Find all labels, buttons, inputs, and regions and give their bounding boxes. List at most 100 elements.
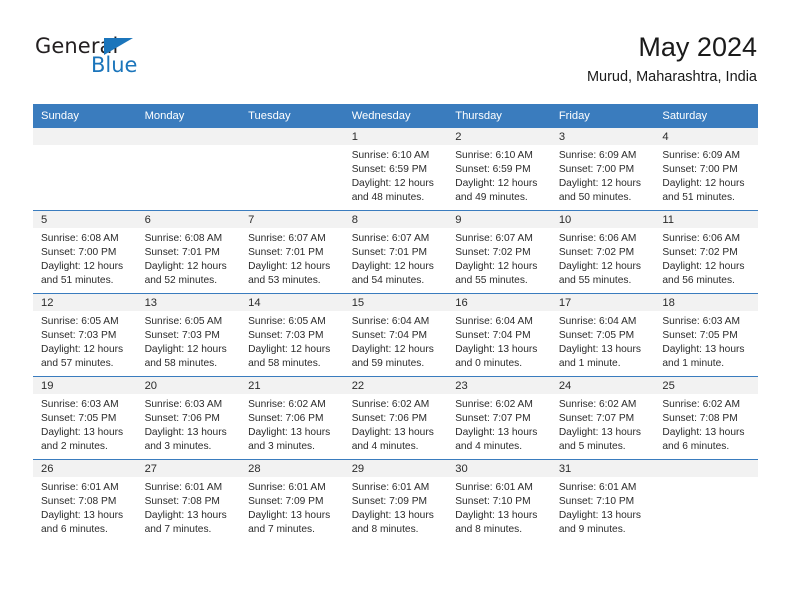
calendar-cell: 16 Sunrise: 6:04 AM Sunset: 7:04 PM Dayligh… <box>447 293 551 377</box>
daylight-duration-line2: and 9 minutes. <box>558 524 626 536</box>
daylight-duration-line2: and 4 minutes. <box>351 441 419 453</box>
day-cell[interactable]: 29 Sunrise: 6:01 AM Sunset: 7:09 PM Dayligh… <box>343 460 448 542</box>
calendar-cell: 30 Sunrise: 6:01 AM Sunset: 7:10 PM Dayligh… <box>447 459 551 542</box>
day-cell[interactable]: 25 Sunrise: 6:02 AM Sunset: 7:08 PM Dayligh… <box>654 377 758 459</box>
sunset-time: Sunset: 7:07 PM <box>558 413 635 425</box>
daylight-duration-line1: Daylight: 13 hours <box>455 344 538 356</box>
day-cell[interactable]: 19 Sunrise: 6:03 AM Sunset: 7:05 PM Dayligh… <box>33 377 137 459</box>
day-cell[interactable]: 26 Sunrise: 6:01 AM Sunset: 7:08 PM Dayligh… <box>33 460 137 542</box>
day-number: 26 <box>33 460 137 477</box>
sunrise-time: Sunrise: 6:02 AM <box>455 399 533 410</box>
day-cell[interactable]: 31 Sunrise: 6:01 AM Sunset: 7:10 PM Dayligh… <box>550 460 655 542</box>
day-cell[interactable]: 4 Sunrise: 6:09 AM Sunset: 7:00 PM Daylight… <box>654 128 758 210</box>
sunset-time: Sunset: 7:03 PM <box>144 330 220 342</box>
day-details: Sunrise: 6:01 AM Sunset: 7:09 PM Daylight:… <box>240 477 344 537</box>
weekday-header-sunday: Sunday <box>33 104 137 128</box>
weekday-header-thursday: Thursday <box>447 104 551 128</box>
daylight-duration-line1: Daylight: 13 hours <box>455 510 538 522</box>
day-cell[interactable]: 16 Sunrise: 6:04 AM Sunset: 7:04 PM Dayligh… <box>447 294 551 376</box>
sunrise-time: Sunrise: 6:01 AM <box>41 482 119 493</box>
sunrise-time: Sunrise: 6:08 AM <box>41 233 119 244</box>
day-number: 3 <box>550 128 655 145</box>
day-cell[interactable]: 24 Sunrise: 6:02 AM Sunset: 7:07 PM Dayligh… <box>550 377 655 459</box>
day-details: Sunrise: 6:09 AM Sunset: 7:00 PM Daylight:… <box>654 145 758 205</box>
calendar-week-row: 5 Sunrise: 6:08 AM Sunset: 7:00 PM Daylight… <box>33 210 758 294</box>
day-number: 19 <box>33 377 137 394</box>
daylight-duration-line1: Daylight: 13 hours <box>248 510 331 522</box>
day-details: Sunrise: 6:01 AM Sunset: 7:10 PM Daylight:… <box>447 477 551 537</box>
day-cell[interactable]: 7 Sunrise: 6:07 AM Sunset: 7:01 PM Daylight… <box>240 211 344 293</box>
daylight-duration-line2: and 56 minutes. <box>662 275 735 287</box>
day-cell[interactable]: 12 Sunrise: 6:05 AM Sunset: 7:03 PM Dayligh… <box>33 294 137 376</box>
calendar-cell: 12 Sunrise: 6:05 AM Sunset: 7:03 PM Dayligh… <box>33 293 137 377</box>
sunrise-time: Sunrise: 6:03 AM <box>41 399 119 410</box>
daylight-duration-line2: and 58 minutes. <box>144 358 218 370</box>
calendar-cell: 31 Sunrise: 6:01 AM Sunset: 7:10 PM Dayligh… <box>550 459 655 542</box>
day-number: 2 <box>447 128 551 145</box>
day-details: Sunrise: 6:04 AM Sunset: 7:05 PM Daylight:… <box>551 311 655 371</box>
daylight-duration-line2: and 58 minutes. <box>248 358 321 370</box>
day-number: 15 <box>343 294 448 311</box>
day-cell[interactable]: 27 Sunrise: 6:01 AM Sunset: 7:08 PM Dayligh… <box>136 460 241 542</box>
calendar-header-row: Sunday Monday Tuesday Wednesday Thursday Frid… <box>33 104 758 128</box>
sunset-time: Sunset: 7:05 PM <box>558 330 635 342</box>
sunrise-time: Sunrise: 6:06 AM <box>662 233 740 244</box>
day-details: Sunrise: 6:04 AM Sunset: 7:04 PM Daylight:… <box>344 311 448 371</box>
day-cell[interactable]: 22 Sunrise: 6:02 AM Sunset: 7:06 PM Dayligh… <box>343 377 448 459</box>
day-cell[interactable]: 13 Sunrise: 6:05 AM Sunset: 7:03 PM Dayligh… <box>136 294 241 376</box>
day-cell[interactable]: 30 Sunrise: 6:01 AM Sunset: 7:10 PM Dayligh… <box>447 460 551 542</box>
daylight-duration-line1: Daylight: 12 hours <box>662 261 745 273</box>
day-number: 8 <box>343 211 448 228</box>
day-cell[interactable]: 21 Sunrise: 6:02 AM Sunset: 7:06 PM Dayligh… <box>240 377 344 459</box>
sunset-time: Sunset: 7:03 PM <box>248 330 324 342</box>
daylight-duration-line2: and 8 minutes. <box>351 524 419 536</box>
sunrise-time: Sunrise: 6:07 AM <box>351 233 430 244</box>
day-details: Sunrise: 6:03 AM Sunset: 7:06 PM Daylight:… <box>137 394 241 454</box>
day-details: Sunrise: 6:02 AM Sunset: 7:06 PM Daylight:… <box>240 394 344 454</box>
day-cell[interactable]: 11 Sunrise: 6:06 AM Sunset: 7:02 PM Dayligh… <box>654 211 758 293</box>
day-cell[interactable]: 3 Sunrise: 6:09 AM Sunset: 7:00 PM Daylight… <box>550 128 655 210</box>
day-number: 14 <box>240 294 344 311</box>
sunset-time: Sunset: 6:59 PM <box>351 164 428 176</box>
day-cell[interactable]: 15 Sunrise: 6:04 AM Sunset: 7:04 PM Dayligh… <box>343 294 448 376</box>
calendar-cell: 22 Sunrise: 6:02 AM Sunset: 7:06 PM Dayligh… <box>343 376 448 460</box>
sunrise-time: Sunrise: 6:02 AM <box>351 399 430 410</box>
day-cell[interactable]: 20 Sunrise: 6:03 AM Sunset: 7:06 PM Dayligh… <box>136 377 241 459</box>
daylight-duration-line2: and 59 minutes. <box>351 358 425 370</box>
day-details: Sunrise: 6:07 AM Sunset: 7:01 PM Daylight:… <box>240 228 344 288</box>
day-cell[interactable]: 6 Sunrise: 6:08 AM Sunset: 7:01 PM Daylight… <box>136 211 241 293</box>
daylight-duration-line1: Daylight: 13 hours <box>144 510 227 522</box>
day-cell[interactable]: 17 Sunrise: 6:04 AM Sunset: 7:05 PM Dayligh… <box>550 294 655 376</box>
calendar-cell: 17 Sunrise: 6:04 AM Sunset: 7:05 PM Dayligh… <box>550 293 655 377</box>
day-cell[interactable]: 5 Sunrise: 6:08 AM Sunset: 7:00 PM Daylight… <box>33 211 137 293</box>
brand-logo[interactable]: General Blue <box>35 34 195 86</box>
day-cell[interactable]: 9 Sunrise: 6:07 AM Sunset: 7:02 PM Daylight… <box>447 211 551 293</box>
daylight-duration-line2: and 7 minutes. <box>144 524 212 536</box>
calendar-cell: 26 Sunrise: 6:01 AM Sunset: 7:08 PM Dayligh… <box>33 459 137 542</box>
day-details: Sunrise: 6:10 AM Sunset: 6:59 PM Daylight:… <box>344 145 448 205</box>
daylight-duration-line1: Daylight: 12 hours <box>41 261 124 273</box>
sunrise-time: Sunrise: 6:01 AM <box>558 482 637 493</box>
calendar-cell <box>33 128 137 211</box>
day-number <box>240 128 344 145</box>
daylight-duration-line1: Daylight: 13 hours <box>558 510 641 522</box>
daylight-duration-line2: and 3 minutes. <box>144 441 212 453</box>
day-cell[interactable]: 14 Sunrise: 6:05 AM Sunset: 7:03 PM Dayligh… <box>240 294 344 376</box>
daylight-duration-line1: Daylight: 12 hours <box>144 344 227 356</box>
day-number: 1 <box>343 128 448 145</box>
day-cell[interactable]: 10 Sunrise: 6:06 AM Sunset: 7:02 PM Dayligh… <box>550 211 655 293</box>
day-cell[interactable]: 28 Sunrise: 6:01 AM Sunset: 7:09 PM Dayligh… <box>240 460 344 542</box>
calendar-cell: 28 Sunrise: 6:01 AM Sunset: 7:09 PM Dayligh… <box>240 459 344 542</box>
day-cell[interactable]: 18 Sunrise: 6:03 AM Sunset: 7:05 PM Dayligh… <box>654 294 758 376</box>
day-cell[interactable]: 8 Sunrise: 6:07 AM Sunset: 7:01 PM Daylight… <box>343 211 448 293</box>
day-cell[interactable]: 23 Sunrise: 6:02 AM Sunset: 7:07 PM Dayligh… <box>447 377 551 459</box>
day-cell[interactable]: 2 Sunrise: 6:10 AM Sunset: 6:59 PM Daylight… <box>447 128 551 210</box>
day-cell[interactable]: 1 Sunrise: 6:10 AM Sunset: 6:59 PM Daylight… <box>343 128 448 210</box>
day-number: 30 <box>447 460 551 477</box>
day-details: Sunrise: 6:02 AM Sunset: 7:08 PM Daylight:… <box>654 394 758 454</box>
calendar-cell: 27 Sunrise: 6:01 AM Sunset: 7:08 PM Dayligh… <box>136 459 241 542</box>
calendar-cell: 5 Sunrise: 6:08 AM Sunset: 7:00 PM Daylight… <box>33 210 137 294</box>
daylight-duration-line1: Daylight: 13 hours <box>351 510 434 522</box>
day-number: 7 <box>240 211 344 228</box>
sunrise-time: Sunrise: 6:04 AM <box>351 316 430 327</box>
